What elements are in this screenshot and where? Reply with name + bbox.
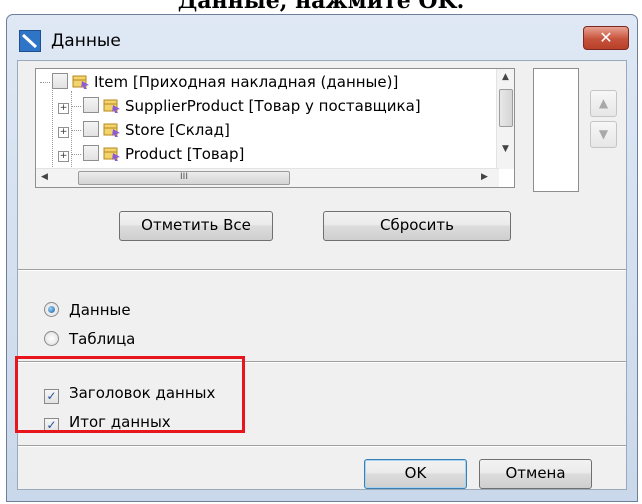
app-icon: [19, 30, 41, 52]
radio-label: Таблица: [69, 330, 136, 348]
window-title: Данные: [51, 31, 121, 51]
move-down-button[interactable]: ▼: [590, 121, 617, 148]
header-caption: Данные, нажмите OK.: [177, 0, 465, 14]
fields-tree[interactable]: Item [Приходная накладная (данные)] + Sup…: [35, 68, 515, 188]
radio-icon[interactable]: [44, 331, 59, 346]
radio-label: Данные: [69, 301, 131, 319]
tree-line: [52, 81, 53, 171]
tree-item[interactable]: Item [Приходная накладная (данные)]: [40, 71, 398, 93]
tree-connector: [71, 154, 81, 155]
scroll-down-icon[interactable]: ▼: [497, 141, 514, 158]
cancel-button[interactable]: Отмена: [479, 459, 592, 489]
divider: [18, 269, 626, 271]
horizontal-scrollbar[interactable]: ◀ III ▶: [36, 168, 499, 187]
scroll-thumb[interactable]: [499, 89, 513, 127]
tree-item-label: Store [Склад]: [125, 121, 230, 139]
expand-icon[interactable]: +: [58, 103, 69, 114]
tree-item-label: SupplierProduct [Товар у поставщика]: [125, 97, 421, 115]
table-icon: [103, 122, 121, 138]
scroll-right-icon[interactable]: ▶: [476, 169, 493, 186]
ok-button[interactable]: OK: [364, 459, 467, 489]
arrow-down-icon: ▼: [598, 127, 609, 141]
tree-checkbox[interactable]: [83, 121, 99, 137]
tree-connector: [71, 106, 81, 107]
tree-item-label: Product [Товар]: [125, 145, 245, 163]
reset-button[interactable]: Сбросить: [323, 211, 511, 241]
move-up-button[interactable]: ▲: [590, 90, 617, 117]
tree-item[interactable]: + Store [Склад]: [58, 119, 230, 141]
tree-checkbox[interactable]: [83, 97, 99, 113]
side-list[interactable]: [533, 68, 579, 192]
expand-icon[interactable]: +: [58, 151, 69, 162]
check-all-button[interactable]: Отметить Все: [119, 211, 273, 241]
expand-icon[interactable]: +: [58, 127, 69, 138]
scroll-left-icon[interactable]: ◀: [36, 169, 53, 186]
tree-connector: [71, 130, 81, 131]
tree-connector: [40, 82, 50, 83]
tree-checkbox[interactable]: [52, 73, 68, 89]
table-icon: [103, 98, 121, 114]
tree-item[interactable]: + SupplierProduct [Товар у поставщика]: [58, 95, 421, 117]
radio-selected-icon[interactable]: [44, 302, 59, 317]
highlight-box: [15, 356, 245, 433]
tree-item[interactable]: + Product [Товар]: [58, 143, 244, 165]
table-icon: [103, 146, 121, 162]
divider: [18, 445, 626, 447]
table-icon: [72, 74, 90, 90]
radio-data[interactable]: Данные: [44, 299, 131, 321]
title-bar: Данные ✕: [7, 15, 637, 59]
tree-item-label: Item [Приходная накладная (данные)]: [94, 73, 399, 91]
radio-table[interactable]: Таблица: [44, 328, 135, 350]
tree-checkbox[interactable]: [83, 145, 99, 161]
scroll-up-icon[interactable]: ▲: [497, 69, 514, 86]
scroll-thumb[interactable]: III: [78, 171, 290, 185]
arrow-up-icon: ▲: [598, 96, 609, 110]
vertical-scrollbar[interactable]: ▲ ▼: [496, 69, 514, 169]
close-button[interactable]: ✕: [583, 26, 629, 50]
